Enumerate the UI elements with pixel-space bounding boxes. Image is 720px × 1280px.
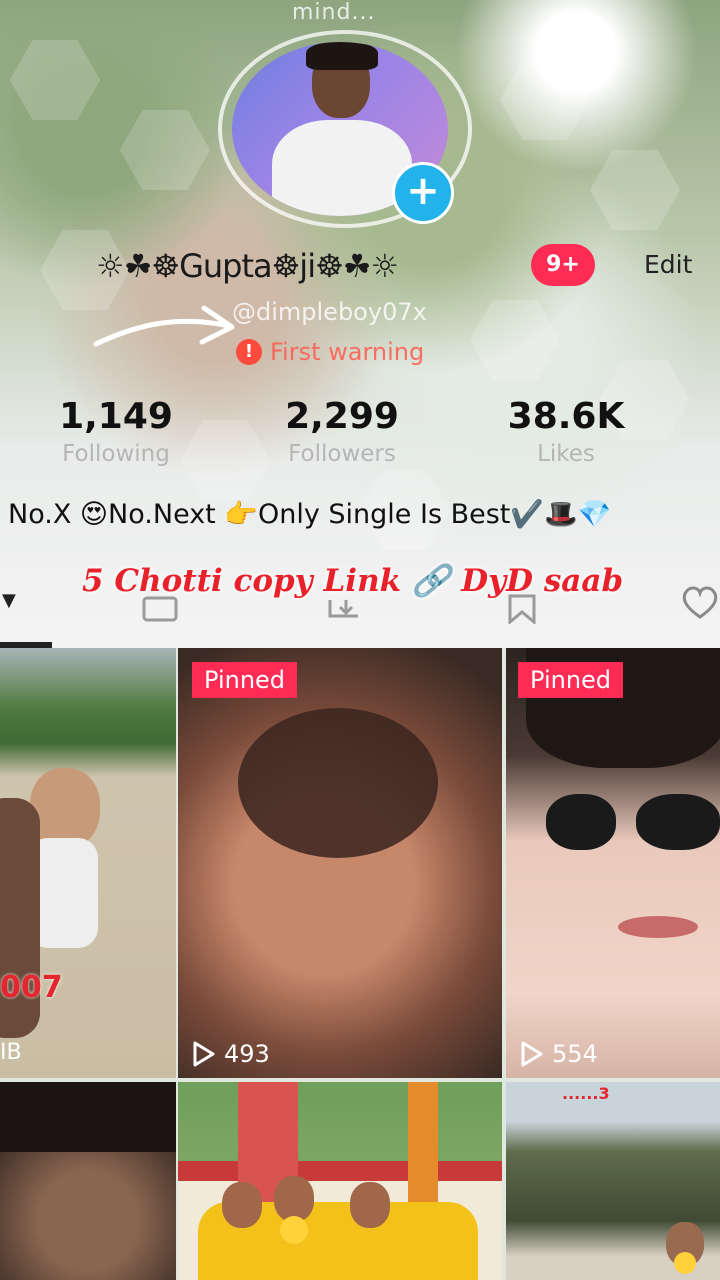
thumbnail-figure [30, 768, 100, 848]
view-count: 493 [192, 1040, 270, 1068]
saved-tab-icon[interactable] [506, 594, 538, 631]
avatar-person-hair [306, 42, 378, 70]
thumbnail-figure [636, 794, 720, 850]
stat-value: 1,149 [59, 396, 173, 437]
thumbnail-figure [546, 794, 616, 850]
pinned-badge: Pinned [192, 662, 298, 698]
stat-likes[interactable]: 38.6K Likes [466, 396, 666, 467]
bokeh-shape [470, 300, 560, 380]
video-thumbnail[interactable]: ......3 [506, 1082, 720, 1280]
view-count-value: 554 [552, 1040, 598, 1068]
stat-label: Following [62, 441, 170, 467]
video-thumbnail[interactable]: Pinned 493 [178, 648, 502, 1078]
thumbnail-figure [0, 1082, 176, 1152]
pinned-badge: Pinned [518, 662, 624, 698]
video-thumbnail[interactable]: 007 IB [0, 648, 176, 1078]
thumbnail-figure [238, 708, 438, 858]
username-handle: @dimpleboy07x [232, 298, 427, 326]
video-overlay-text: ......3 [562, 1084, 610, 1103]
profile-name: ☼☘☸Gupta☸ji☸☘☼ [96, 247, 399, 285]
video-thumbnail[interactable] [178, 1082, 502, 1280]
bokeh-shape [500, 60, 590, 140]
play-icon [521, 1041, 543, 1067]
warning-notice[interactable]: ! First warning [236, 338, 424, 366]
arrow-icon [93, 305, 235, 347]
play-icon [193, 1041, 215, 1067]
bokeh-shape [10, 40, 100, 120]
bokeh-shape [590, 150, 680, 230]
view-count-value: 493 [224, 1040, 270, 1068]
stat-value: 38.6K [507, 396, 625, 437]
video-corner-text: IB [0, 1040, 22, 1065]
bokeh-shape [120, 110, 210, 190]
thumbnail-figure [350, 1182, 390, 1228]
thumbnail-figure [222, 1182, 262, 1228]
private-tab-icon[interactable] [142, 594, 178, 629]
avatar-person-body [272, 120, 412, 216]
video-thumbnail[interactable] [0, 1082, 176, 1280]
notification-badge[interactable]: 9+ [531, 244, 595, 286]
warning-icon: ! [236, 339, 262, 365]
liked-tab-icon[interactable] [680, 584, 720, 627]
stat-label: Likes [537, 441, 595, 467]
stat-following[interactable]: 1,149 Following [16, 396, 216, 467]
view-count: 554 [520, 1040, 598, 1068]
stat-label: Followers [288, 441, 396, 467]
add-avatar-plus-icon[interactable]: + [392, 162, 454, 224]
reposts-tab-icon[interactable] [326, 594, 364, 631]
profile-bio: No.X 😍No.Next 👉Only Single Is Best✔️🎩💎 [8, 499, 612, 530]
warning-text: First warning [270, 338, 425, 366]
top-text: mind... [292, 0, 376, 25]
stat-value: 2,299 [285, 396, 399, 437]
stat-followers[interactable]: 2,299 Followers [242, 396, 442, 467]
emoji-icon [674, 1252, 696, 1274]
video-overlay-text: 007 [0, 970, 63, 1005]
edit-profile-button[interactable]: Edit [644, 250, 692, 279]
videos-tab-icon[interactable]: ▼ [2, 590, 16, 611]
video-thumbnail[interactable]: Pinned 554 [506, 648, 720, 1078]
smiley-emoji-icon [280, 1216, 308, 1244]
thumbnail-figure [618, 916, 698, 938]
profile-name-row: ☼☘☸Gupta☸ji☸☘☼ [96, 236, 399, 296]
